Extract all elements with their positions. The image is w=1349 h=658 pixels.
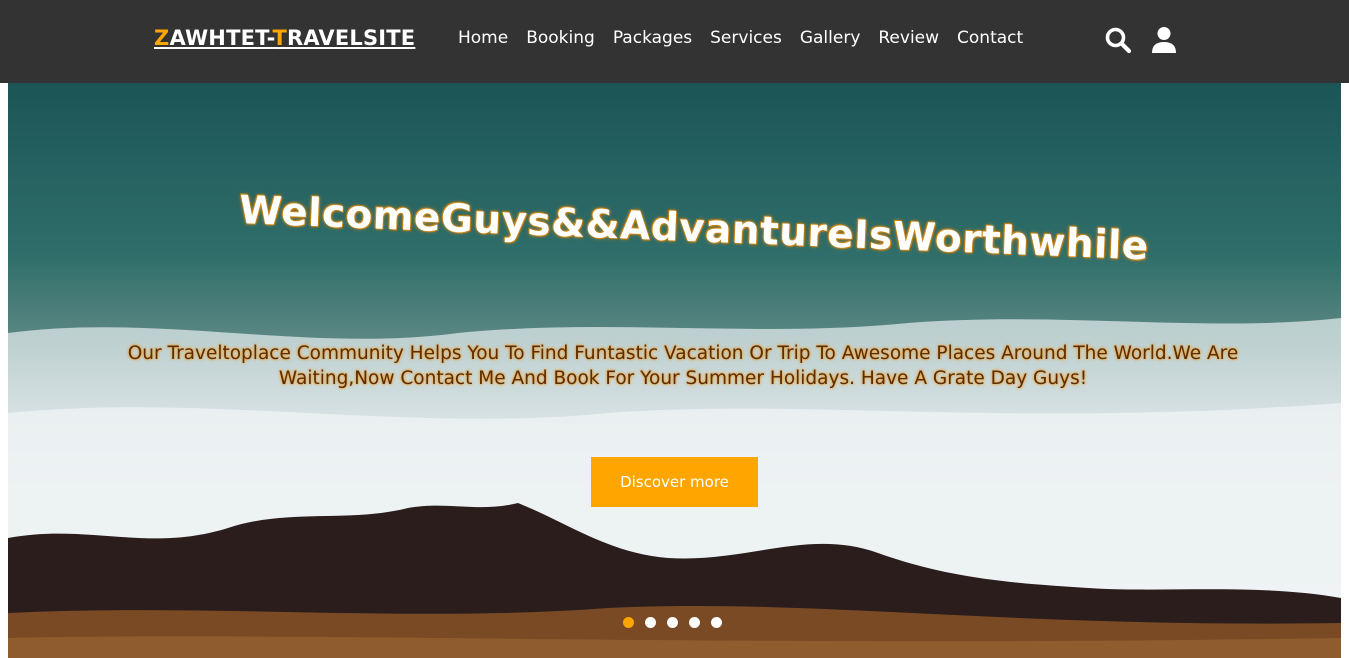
nav-contact[interactable]: Contact	[957, 28, 1023, 48]
nav-packages[interactable]: Packages	[613, 28, 692, 48]
slider-dot-1[interactable]	[623, 617, 634, 628]
slider-dot-4[interactable]	[689, 617, 700, 628]
navbar: ZAWHTET-TRAVELSITE Home Booking Packages…	[0, 0, 1349, 83]
logo-text-1: AWHTET-	[169, 26, 273, 50]
nav-home[interactable]: Home	[458, 28, 508, 48]
logo-text-2: RAVELSITE	[286, 26, 416, 50]
slider-dot-3[interactable]	[667, 617, 678, 628]
nav-gallery[interactable]: Gallery	[800, 28, 861, 48]
slider-dot-5[interactable]	[711, 617, 722, 628]
logo-accent-1: Z	[154, 26, 170, 50]
nav-booking[interactable]: Booking	[526, 28, 595, 48]
nav-review[interactable]: Review	[878, 28, 939, 48]
user-icon[interactable]	[1151, 26, 1179, 54]
slider-dot-2[interactable]	[645, 617, 656, 628]
nav-services[interactable]: Services	[710, 28, 782, 48]
slider-dots	[623, 617, 722, 628]
hero-description: Our Traveltoplace Community Helps You To…	[127, 343, 1239, 389]
hero-slider: WelcomeGuys&&AdvantureIsWorthwhile Our T…	[8, 83, 1341, 658]
discover-more-button[interactable]: Discover more	[591, 457, 758, 507]
logo-accent-2: T	[272, 26, 287, 50]
site-logo[interactable]: ZAWHTET-TRAVELSITE	[154, 26, 415, 50]
nav-links: Home Booking Packages Services Gallery R…	[458, 28, 1023, 48]
search-icon[interactable]	[1104, 26, 1132, 54]
